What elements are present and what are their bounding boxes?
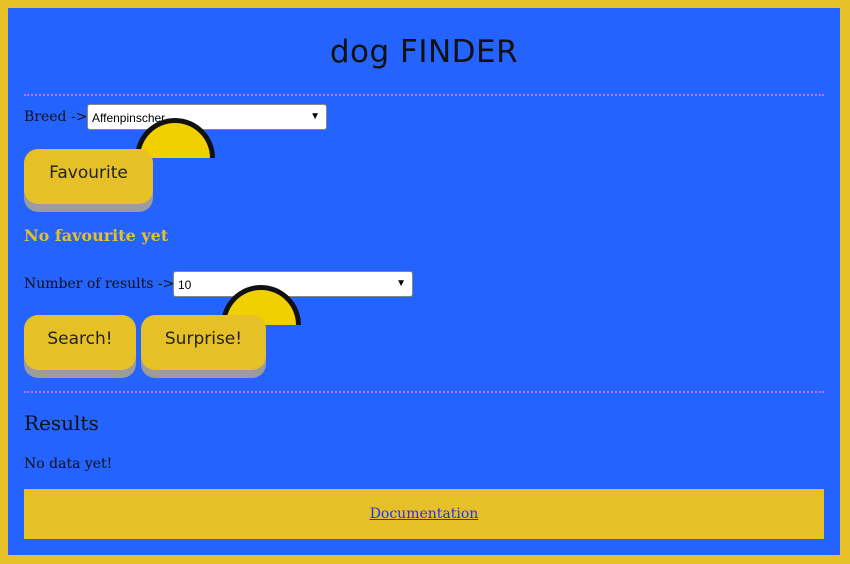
results-empty-text: No data yet! bbox=[24, 456, 113, 472]
dropdown-arrow-icon: ▼ bbox=[396, 278, 406, 289]
footer: Documentation bbox=[24, 489, 824, 539]
favourite-button[interactable]: Favourite bbox=[24, 149, 153, 204]
results-count-value: 10 bbox=[178, 278, 192, 292]
app-frame: dog FINDER Breed -> Affenpinscher ▼ Favo… bbox=[8, 8, 840, 555]
breed-select[interactable]: Affenpinscher ▼ bbox=[87, 104, 327, 130]
results-count-select[interactable]: 10 ▼ bbox=[173, 271, 413, 297]
results-title: Results bbox=[24, 411, 99, 435]
surprise-button[interactable]: Surprise! bbox=[141, 315, 266, 370]
results-count-label: Number of results -> bbox=[24, 276, 175, 292]
top-divider bbox=[24, 94, 824, 96]
dropdown-arrow-icon: ▼ bbox=[310, 111, 320, 122]
breed-label: Breed -> bbox=[24, 109, 88, 125]
favourite-status: No favourite yet bbox=[24, 226, 169, 245]
bottom-divider bbox=[24, 391, 824, 393]
search-button[interactable]: Search! bbox=[24, 315, 136, 370]
page-title: dog FINDER bbox=[329, 34, 519, 70]
documentation-link[interactable]: Documentation bbox=[370, 506, 479, 522]
